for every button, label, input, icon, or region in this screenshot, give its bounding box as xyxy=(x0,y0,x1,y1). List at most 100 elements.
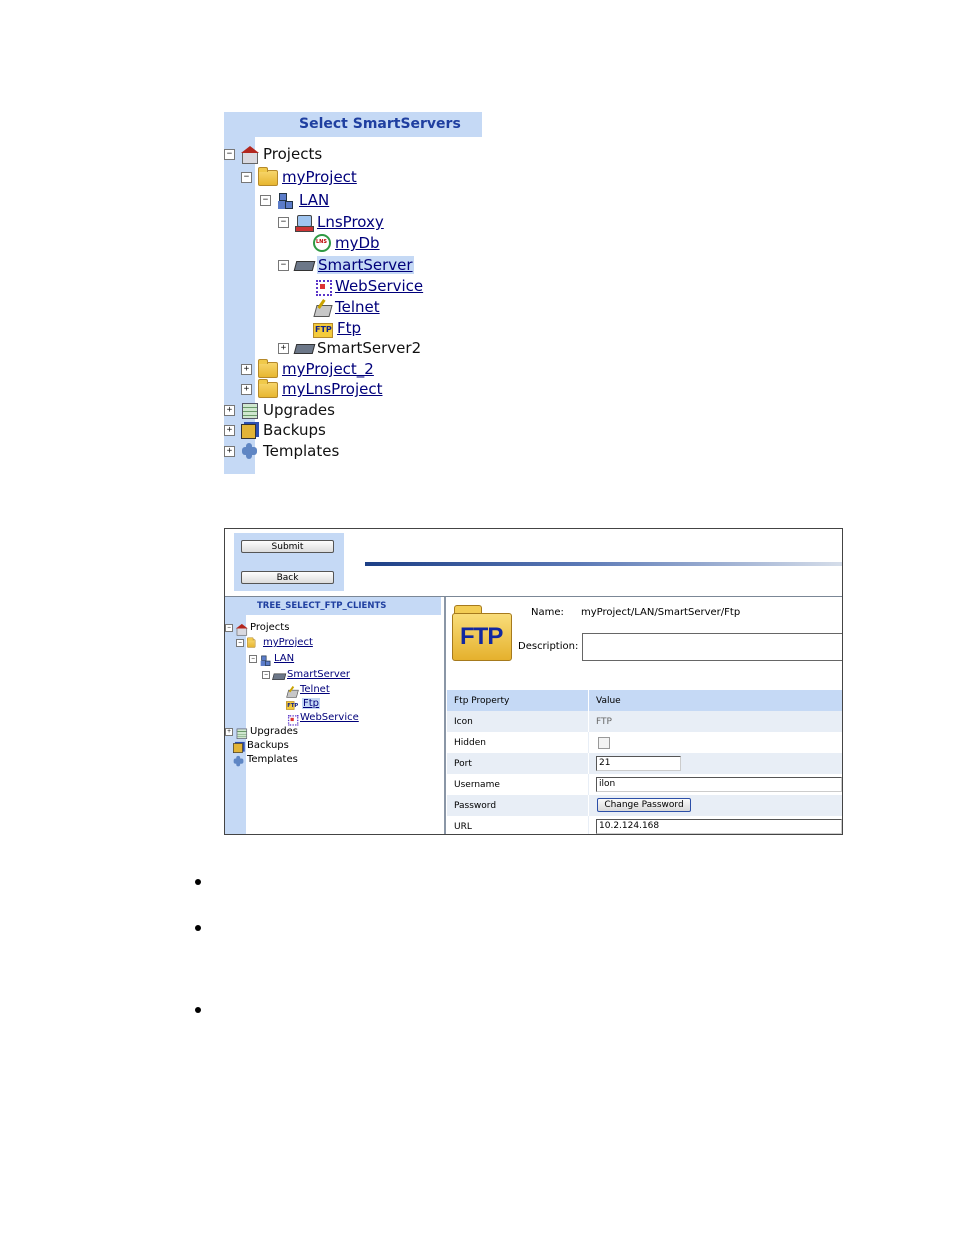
change-password-button[interactable]: Change Password xyxy=(597,798,691,812)
collapse-toggle-icon[interactable]: − xyxy=(278,216,289,228)
tree-item-label[interactable]: WebService xyxy=(300,712,359,723)
tree-title: TREE_SELECT_FTP_CLIENTS xyxy=(257,601,387,611)
tree-item-label[interactable]: myProject xyxy=(282,168,357,186)
tree-item-myproject-2[interactable]: + myProject_2 xyxy=(241,359,374,379)
submit-button[interactable]: Submit xyxy=(241,540,334,553)
tree-item-label[interactable]: myProject xyxy=(263,637,313,648)
tree-item-lnsproxy[interactable]: − LnsProxy xyxy=(278,212,384,232)
grid-row-password: Password Change Password xyxy=(447,795,842,816)
tree-item-mydb[interactable]: myDb xyxy=(313,233,380,253)
description-label: Description: xyxy=(518,641,579,652)
tree-item-mylnsproject[interactable]: + myLnsProject xyxy=(241,379,383,399)
property-name: URL xyxy=(454,822,472,832)
ftp-properties-panel: FTP Name: myProject/LAN/SmartServer/Ftp … xyxy=(447,597,842,834)
panel-splitter[interactable] xyxy=(444,597,446,834)
property-value: FTP xyxy=(596,717,612,727)
ftp-icon xyxy=(286,701,298,710)
property-name: Icon xyxy=(454,717,473,727)
expand-toggle-icon[interactable]: + xyxy=(241,383,252,395)
tree-item-smartserver[interactable]: − SmartServer xyxy=(262,668,350,681)
tree-item-label[interactable]: SmartServer2 xyxy=(317,339,421,357)
tree-item-label[interactable]: LAN xyxy=(274,653,294,664)
url-input[interactable]: 10.2.124.168 xyxy=(596,819,842,834)
collapse-toggle-icon[interactable]: − xyxy=(225,623,233,632)
property-name: Password xyxy=(454,801,497,811)
collapse-toggle-icon[interactable]: − xyxy=(241,171,252,183)
header-gradient-bar xyxy=(365,562,842,566)
tree-item-backups[interactable]: + Backups xyxy=(224,420,326,440)
server-icon xyxy=(295,257,313,274)
port-input[interactable]: 21 xyxy=(596,756,681,771)
tree-item-label: Templates xyxy=(247,754,298,765)
tree-item-webservice[interactable]: WebService xyxy=(313,276,423,296)
tree-item-projects[interactable]: − Projects xyxy=(225,621,289,636)
tree-item-lan[interactable]: − LAN xyxy=(249,652,294,666)
grid-row-icon: Icon FTP xyxy=(447,711,842,732)
templates-icon xyxy=(241,442,259,460)
tree-item-myproject[interactable]: − myProject xyxy=(236,636,313,649)
description-field[interactable] xyxy=(582,633,842,661)
username-input[interactable]: ilon xyxy=(596,777,842,792)
bullet-marker xyxy=(195,879,201,885)
tree-item-label[interactable]: myDb xyxy=(335,234,380,252)
tree-item-smartserver2[interactable]: + SmartServer2 xyxy=(278,338,421,358)
tree-item-label[interactable]: Telnet xyxy=(300,684,330,695)
tree-item-smartserver[interactable]: − SmartServer xyxy=(278,255,414,275)
name-label: Name: xyxy=(531,607,564,618)
tree-item-upgrades[interactable]: + Upgrades xyxy=(224,400,335,420)
tree-item-upgrades[interactable]: + Upgrades xyxy=(225,725,298,739)
house-icon xyxy=(241,145,259,164)
name-value: myProject/LAN/SmartServer/Ftp xyxy=(581,607,741,618)
tree-item-label[interactable]: LnsProxy xyxy=(317,213,384,231)
expand-toggle-icon[interactable]: + xyxy=(224,445,235,457)
folder-icon xyxy=(247,637,256,648)
tree-header: Select SmartServers xyxy=(224,112,482,137)
tree-item-telnet[interactable]: Telnet xyxy=(286,683,330,696)
house-icon xyxy=(236,623,248,636)
col-header-property: Ftp Property xyxy=(454,696,510,706)
collapse-toggle-icon[interactable]: − xyxy=(249,654,257,663)
tree-item-webservice[interactable]: WebService xyxy=(286,711,359,726)
tree-item-lan[interactable]: − LAN xyxy=(260,190,329,210)
tree-item-label[interactable]: Telnet xyxy=(335,298,380,316)
tree-item-label: Backups xyxy=(247,740,289,751)
expand-toggle-icon[interactable]: + xyxy=(224,404,235,416)
back-button[interactable]: Back xyxy=(241,571,334,584)
tree-item-label-selected[interactable]: Ftp xyxy=(302,698,321,709)
select-smartservers-tree: Select SmartServers − Projects − myProje… xyxy=(224,112,482,474)
tree-item-label[interactable]: Ftp xyxy=(337,319,361,337)
collapse-toggle-icon[interactable]: − xyxy=(278,259,289,271)
expand-toggle-icon[interactable]: + xyxy=(225,727,233,736)
grid-row-hidden: Hidden xyxy=(447,732,842,753)
col-header-value: Value xyxy=(596,696,621,706)
tree-item-backups[interactable]: Backups xyxy=(233,739,289,753)
tree-item-ftp[interactable]: Ftp xyxy=(286,697,321,710)
tree-item-ftp[interactable]: Ftp xyxy=(313,318,361,338)
tree-item-label[interactable]: WebService xyxy=(335,277,423,295)
expand-toggle-icon[interactable]: + xyxy=(278,342,289,354)
tree-item-label[interactable]: myProject_2 xyxy=(282,360,374,378)
property-name: Username xyxy=(454,780,500,790)
bullet-marker xyxy=(195,1007,201,1013)
tree-item-templates[interactable]: Templates xyxy=(233,753,298,767)
tree-item-projects[interactable]: − Projects xyxy=(224,144,322,164)
tree-item-label[interactable]: SmartServer xyxy=(287,669,350,680)
server-icon xyxy=(273,671,280,678)
server-icon xyxy=(295,340,313,357)
tree-item-telnet[interactable]: Telnet xyxy=(313,297,380,317)
hidden-checkbox[interactable] xyxy=(598,737,610,749)
expand-toggle-icon[interactable]: + xyxy=(241,363,252,375)
tree-item-myproject[interactable]: − myProject xyxy=(241,167,357,187)
tree-item-label: Templates xyxy=(263,442,340,460)
collapse-toggle-icon[interactable]: − xyxy=(262,670,270,679)
webservice-icon xyxy=(313,278,332,296)
tree-item-templates[interactable]: + Templates xyxy=(224,441,339,461)
expand-toggle-icon[interactable]: + xyxy=(224,424,235,436)
tree-item-label[interactable]: myLnsProject xyxy=(282,380,383,398)
tree-item-label-selected[interactable]: SmartServer xyxy=(317,256,414,274)
collapse-toggle-icon[interactable]: − xyxy=(260,194,271,206)
collapse-toggle-icon[interactable]: − xyxy=(236,638,244,647)
tree-item-label[interactable]: LAN xyxy=(299,191,329,209)
network-icon xyxy=(260,655,271,666)
collapse-toggle-icon[interactable]: − xyxy=(224,148,235,160)
